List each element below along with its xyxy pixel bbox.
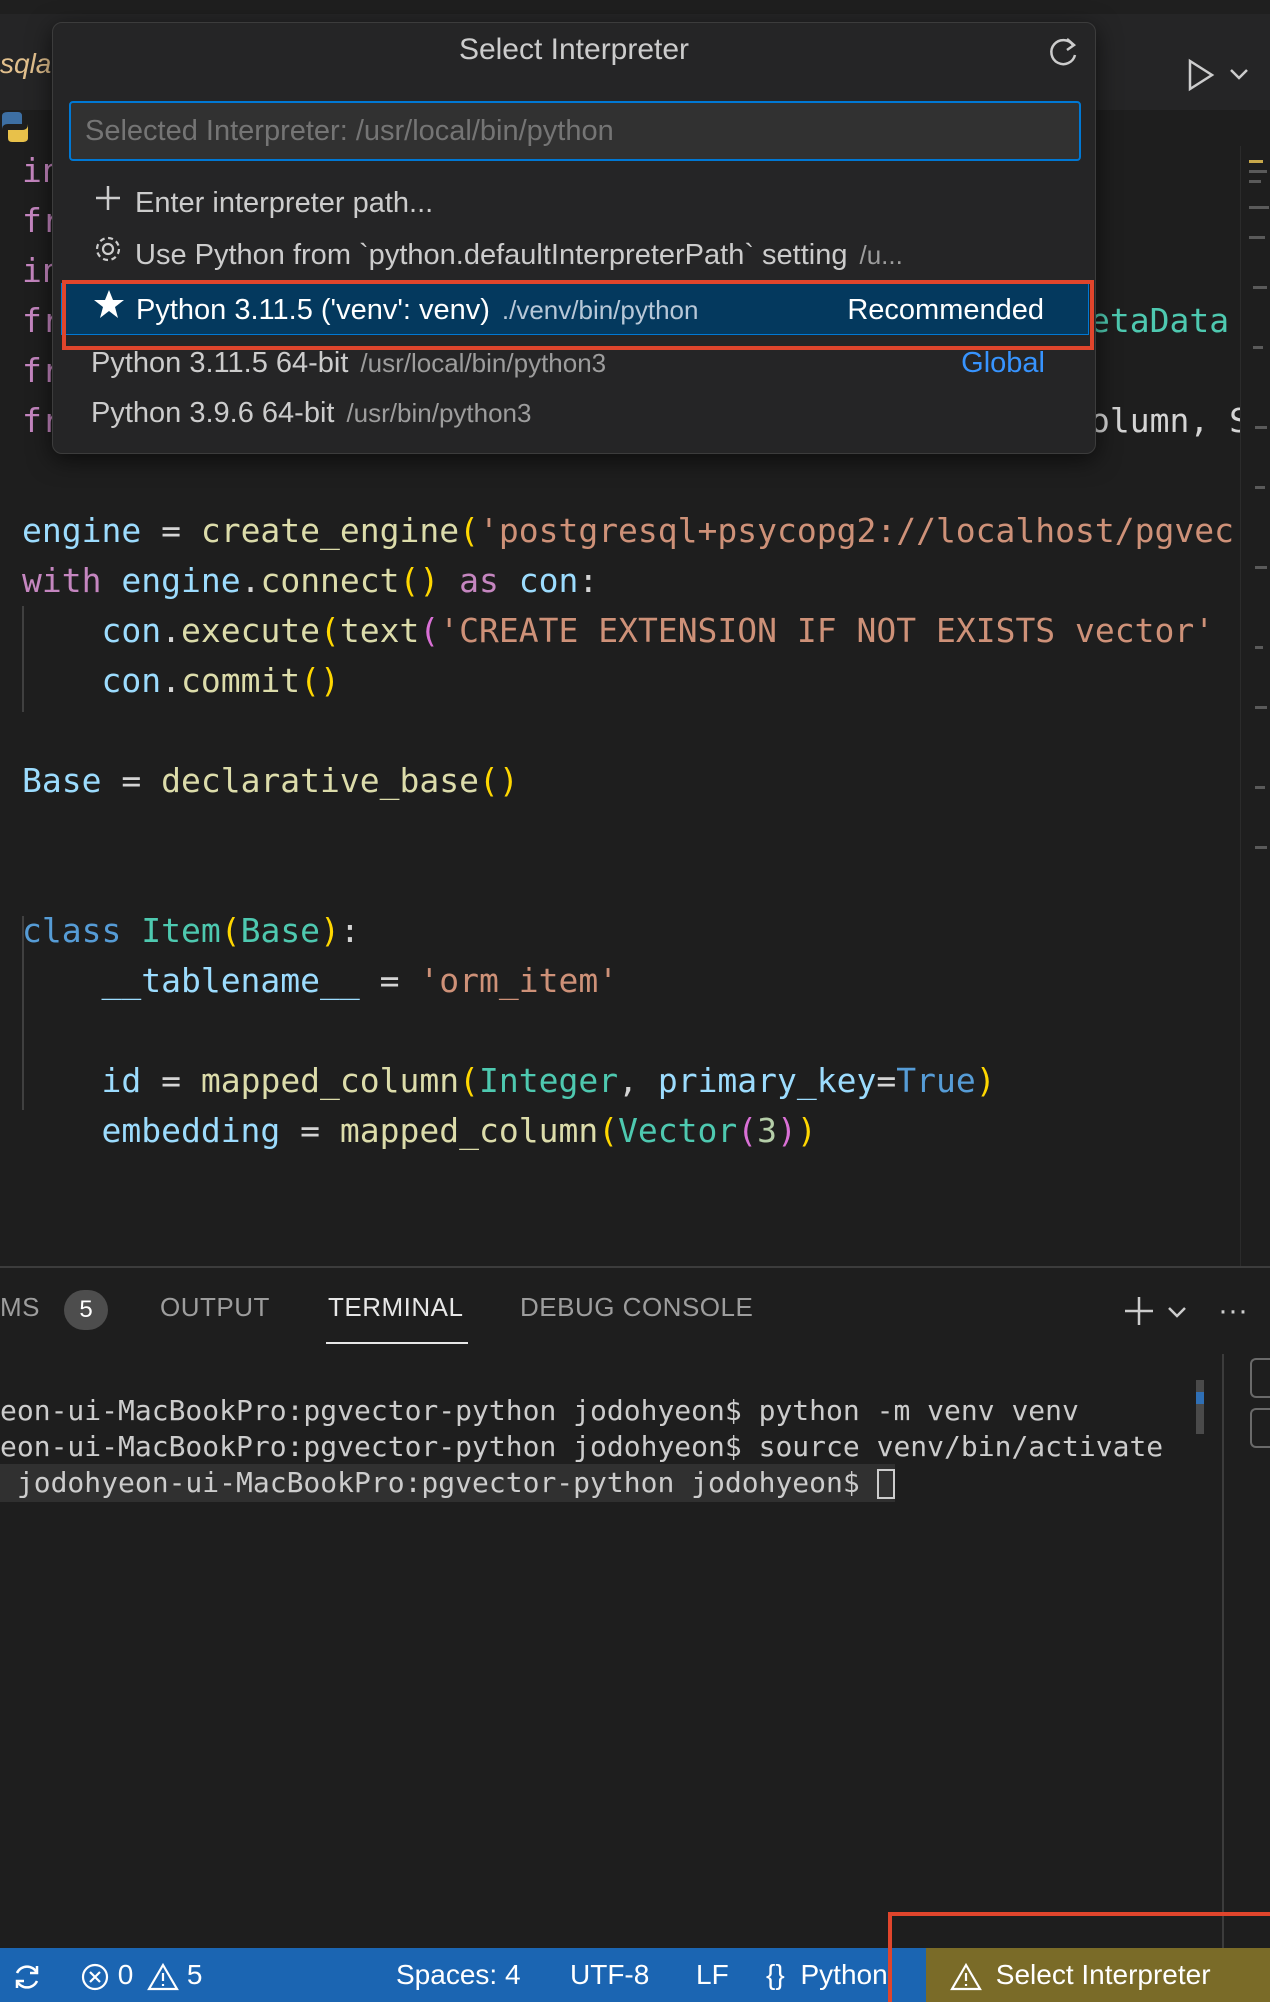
code-line: embedding = mapped_column(Vector(3)) — [101, 1111, 817, 1150]
minimap-line — [1255, 426, 1267, 429]
chevron-down-icon[interactable] — [1166, 1304, 1188, 1320]
terminal-list-close-icon[interactable] — [1250, 1358, 1270, 1398]
terminal-scroll-marker — [1196, 1392, 1204, 1404]
problems-count-badge: 5 — [64, 1290, 108, 1330]
tab-output[interactable]: OUTPUT — [160, 1292, 270, 1323]
minimap[interactable] — [1240, 146, 1270, 1266]
code-line: Base = declarative_base() — [22, 761, 519, 800]
terminal-line: eon-ui-MacBookPro:pgvector-python jodohy… — [0, 1430, 1164, 1463]
code-line: con.execute(text('CREATE EXTENSION IF NO… — [101, 611, 1215, 650]
code-line: engine = create_engine('postgresql+psyco… — [22, 511, 1234, 550]
eol-status[interactable]: LF — [696, 1948, 729, 2002]
annotation-highlight-select-interpreter — [888, 1912, 1270, 2002]
python-file-icon — [2, 112, 28, 142]
code-line: __tablename__ = 'orm_item' — [101, 961, 619, 1000]
minimap-line — [1249, 170, 1267, 173]
quick-pick-item-python-3-9[interactable]: Python 3.9.6 64-bit/usr/bin/python3 — [61, 387, 1089, 439]
panel-divider[interactable] — [1222, 1354, 1224, 1950]
problems-status[interactable]: 0 5 — [80, 1948, 203, 2002]
sync-icon[interactable] — [10, 1948, 44, 2002]
terminal-prompt-line[interactable]: jodohyeon-ui-MacBookPro:pgvector-python … — [0, 1464, 895, 1502]
language-mode-status[interactable]: {} Python — [766, 1948, 888, 2002]
title-bar — [0, 0, 1270, 14]
add-terminal-icon[interactable] — [1122, 1294, 1156, 1328]
tab-terminal[interactable]: TERMINAL — [328, 1292, 463, 1323]
code-line: con.commit() — [101, 661, 340, 700]
more-actions-icon[interactable]: ··· — [1218, 1294, 1254, 1328]
minimap-line — [1253, 346, 1263, 349]
terminal-scrollbar[interactable] — [1196, 1380, 1204, 1434]
tab-debug-console[interactable]: DEBUG CONSOLE — [520, 1292, 753, 1323]
code-line: with engine.connect() as con: — [22, 561, 599, 600]
interpreter-quick-pick: Select Interpreter Enter interpreter pat… — [52, 22, 1096, 454]
bottom-panel: MS 5 OUTPUT TERMINAL DEBUG CONSOLE ··· e… — [0, 1266, 1270, 1950]
minimap-line — [1255, 646, 1263, 649]
annotation-highlight-recommended — [62, 280, 1094, 350]
indentation-status[interactable]: Spaces: 4 — [396, 1948, 521, 2002]
refresh-icon[interactable] — [1043, 33, 1083, 73]
minimap-line — [1249, 180, 1261, 183]
code-line: id = mapped_column(Integer, primary_key=… — [101, 1061, 996, 1100]
error-icon — [81, 1963, 109, 1990]
terminal-list-shell-icon[interactable] — [1250, 1408, 1270, 1448]
chevron-down-icon[interactable] — [1228, 66, 1250, 82]
minimap-line — [1255, 706, 1267, 709]
encoding-status[interactable]: UTF-8 — [570, 1948, 649, 2002]
editor-tab-file[interactable]: sqla — [0, 48, 51, 80]
terminal-line: eon-ui-MacBookPro:pgvector-python jodohy… — [0, 1394, 1079, 1427]
quick-pick-item-default-path-setting[interactable]: Use Python from `python.defaultInterpret… — [61, 229, 1089, 281]
active-tab-indicator — [326, 1342, 468, 1344]
minimap-line — [1255, 566, 1267, 569]
interpreter-search-input[interactable] — [69, 101, 1081, 161]
tab-problems[interactable]: MS — [0, 1292, 40, 1323]
code-line: class Item(Base): — [22, 911, 360, 950]
quick-pick-title: Select Interpreter — [458, 33, 690, 66]
minimap-line — [1255, 486, 1265, 489]
minimap-line — [1255, 786, 1265, 789]
minimap-line — [1249, 206, 1269, 209]
terminal-cursor — [876, 1469, 895, 1499]
minimap-line — [1253, 286, 1267, 289]
minimap-line — [1249, 160, 1263, 163]
gear-icon — [91, 230, 125, 281]
minimap-line — [1249, 236, 1265, 239]
run-icon[interactable] — [1186, 58, 1216, 92]
plus-icon — [91, 178, 125, 229]
quick-pick-item-enter-path[interactable]: Enter interpreter path... — [61, 177, 1089, 229]
braces-icon: {} — [766, 1959, 785, 1990]
minimap-line — [1255, 846, 1267, 849]
warning-icon — [147, 1962, 180, 1990]
